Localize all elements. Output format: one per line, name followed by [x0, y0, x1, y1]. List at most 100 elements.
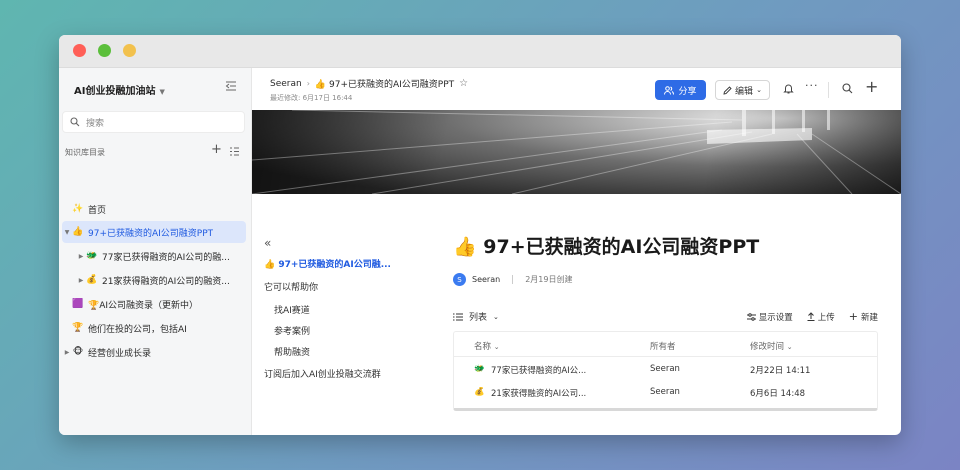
upload-label: 上传 [817, 312, 835, 323]
toc-item[interactable]: 帮助融资 [274, 345, 310, 358]
plus-icon[interactable]: + [865, 77, 878, 96]
more-icon[interactable]: ··· [805, 79, 819, 92]
search-icon [70, 117, 80, 127]
sidebar-item-growth[interactable]: ▶ 🐵 经营创业成长录 [62, 341, 246, 363]
sidebar-item-label: 首页 [88, 205, 107, 216]
money-bag-icon: 💰 [86, 275, 98, 285]
monkey-icon: 🐵 [72, 347, 84, 357]
page-title: 👍 97+已获融资的AI公司融资PPT [453, 236, 760, 258]
collapse-sidebar-icon[interactable] [225, 80, 237, 92]
plus-icon: + [848, 310, 858, 323]
view-mode-label: 列表 [469, 313, 488, 323]
row-owner: Seeran [650, 387, 680, 397]
close-window-button[interactable] [73, 44, 86, 57]
view-actions: 显示设置 上传 + 新建 [746, 310, 878, 323]
toc-item[interactable]: 订阅后加入AI创业投融交流群 [264, 367, 381, 380]
file-table: 名称 ⌄ 所有者 修改时间 ⌄ 🐲 77家已获得融资的AI公... Seeran… [453, 331, 878, 411]
cover-corridor-graphic [252, 110, 901, 194]
toc-item[interactable]: 它可以帮助你 [264, 280, 318, 293]
caret-right-icon[interactable]: ▶ [76, 253, 86, 260]
column-header-name[interactable]: 名称 ⌄ [474, 340, 500, 352]
toc-item[interactable]: 参考案例 [274, 324, 310, 337]
table-row[interactable]: 🐲 77家已获得融资的AI公... Seeran 2月22日 14:11 [454, 357, 877, 383]
section-title: 知识库目录 [65, 148, 105, 157]
table-row[interactable]: 💰 21家获得融资的AI公司... Seeran 6月6日 14:48 [454, 383, 877, 409]
pencil-icon [723, 85, 732, 95]
star-icon[interactable]: ☆ [459, 78, 468, 89]
breadcrumb-current[interactable]: 👍 97+已获融资的AI公司融资PPT [315, 77, 454, 90]
main-content: Seeran › 👍 97+已获融资的AI公司融资PPT ☆ 最近修改: 6月1… [252, 68, 901, 435]
row-owner: Seeran [650, 364, 680, 374]
edit-label: 编辑 [735, 86, 754, 97]
toolbar-divider [828, 82, 829, 98]
row-name[interactable]: 21家获得融资的AI公司... [491, 387, 641, 399]
share-button[interactable]: 分享 [655, 80, 706, 100]
upload-button[interactable]: 上传 [807, 310, 835, 323]
row-icon: 💰 [474, 387, 485, 397]
sidebar-item-funding-records[interactable]: 🟪 🏆AI公司融资录（更新中） [62, 293, 246, 315]
caret-expanded-icon[interactable]: ▼ [62, 229, 72, 236]
last-edited: 最近修改: 6月17日 16:44 [270, 94, 353, 102]
bell-icon[interactable] [783, 83, 794, 94]
author-name[interactable]: Seeran [472, 275, 500, 284]
caret-right-icon[interactable]: ▶ [62, 349, 72, 356]
sidebar-item-21-companies[interactable]: ▶ 💰 21家获得融资的AI公司的融资... [62, 269, 232, 291]
column-header-modified[interactable]: 修改时间 ⌄ [750, 340, 793, 352]
column-header-owner[interactable]: 所有者 [650, 340, 676, 352]
sparkle-icon: ✨ [72, 204, 84, 214]
title-bar [59, 35, 901, 68]
users-icon [664, 85, 675, 95]
purple-square-icon: 🟪 [72, 299, 84, 309]
view-mode-switcher[interactable]: 列表 ⌄ [453, 310, 499, 323]
avatar[interactable]: S [453, 273, 466, 286]
sidebar-item-home[interactable]: ✨ 首页 [62, 198, 246, 220]
collapse-toc-icon[interactable]: « [264, 236, 271, 250]
chevron-down-icon: ⌄ [493, 343, 500, 351]
upload-icon [807, 312, 815, 321]
row-modified: 2月22日 14:11 [750, 366, 811, 376]
row-name[interactable]: 77家已获得融资的AI公... [491, 364, 641, 376]
edit-button[interactable]: 编辑 ⌄ [715, 80, 770, 100]
list-options-icon[interactable] [229, 146, 240, 157]
search-icon[interactable] [842, 83, 853, 94]
view-toolbar: 列表 ⌄ 显示设置 上传 + 新建 [453, 310, 878, 324]
minimize-window-button[interactable] [98, 44, 111, 57]
share-label: 分享 [678, 86, 697, 97]
created-date: 2月19日创建 [525, 275, 573, 284]
chevron-down-icon: ⌄ [756, 86, 762, 94]
chevron-right-icon: › [306, 79, 310, 88]
row-icon: 🐲 [474, 364, 485, 374]
workspace-name: AI创业投融加油站 [74, 86, 156, 97]
sidebar-item-label: 🏆AI公司融资录（更新中） [88, 300, 199, 311]
zoom-window-button[interactable] [123, 44, 136, 57]
display-settings-button[interactable]: 显示设置 [746, 310, 793, 323]
list-icon [453, 313, 463, 320]
settings-sliders-icon [746, 312, 756, 321]
sidebar-item-label: 77家已获得融资的AI公司的融... [102, 252, 230, 263]
toc-item[interactable]: 找AI赛道 [274, 303, 310, 316]
sidebar-item-label: 经营创业成长录 [88, 348, 152, 359]
chevron-down-icon: ⌄ [786, 343, 793, 351]
sidebar-item-77-companies[interactable]: ▶ 🐲 77家已获得融资的AI公司的融... [62, 245, 232, 267]
sidebar-item-financing-ppt[interactable]: ▼ 👍 97+已获融资的AI公司融资PPT [62, 221, 246, 243]
breadcrumb: Seeran › 👍 97+已获融资的AI公司融资PPT ☆ [270, 77, 468, 90]
workspace-switcher[interactable]: AI创业投融加油站 ▼ [74, 82, 165, 97]
new-label: 新建 [860, 312, 878, 323]
add-page-icon[interactable]: + [211, 142, 222, 157]
display-settings-label: 显示设置 [758, 312, 793, 323]
author-row: S Seeran 2月19日创建 [453, 273, 572, 286]
sidebar-item-investments[interactable]: 🏆 他们在投的公司，包括AI [62, 317, 246, 339]
sidebar-item-label: 97+已获融资的AI公司融资PPT [88, 228, 214, 239]
row-modified: 6月6日 14:48 [750, 389, 806, 399]
dragon-icon: 🐲 [86, 251, 98, 261]
breadcrumb-root[interactable]: Seeran [270, 79, 302, 89]
caret-down-icon: ▼ [159, 88, 165, 96]
toc-item-title[interactable]: 👍 97+已获融资的AI公司融... [264, 257, 404, 270]
search-input[interactable]: 搜索 [62, 111, 245, 133]
sidebar-item-label: 他们在投的公司，包括AI [88, 324, 187, 335]
table-header: 名称 ⌄ 所有者 修改时间 ⌄ [454, 332, 877, 357]
new-button[interactable]: + 新建 [849, 310, 878, 323]
top-bar: Seeran › 👍 97+已获融资的AI公司融资PPT ☆ 最近修改: 6月1… [252, 68, 901, 110]
trophy-icon: 🏆 [72, 323, 84, 333]
caret-right-icon[interactable]: ▶ [76, 277, 86, 284]
